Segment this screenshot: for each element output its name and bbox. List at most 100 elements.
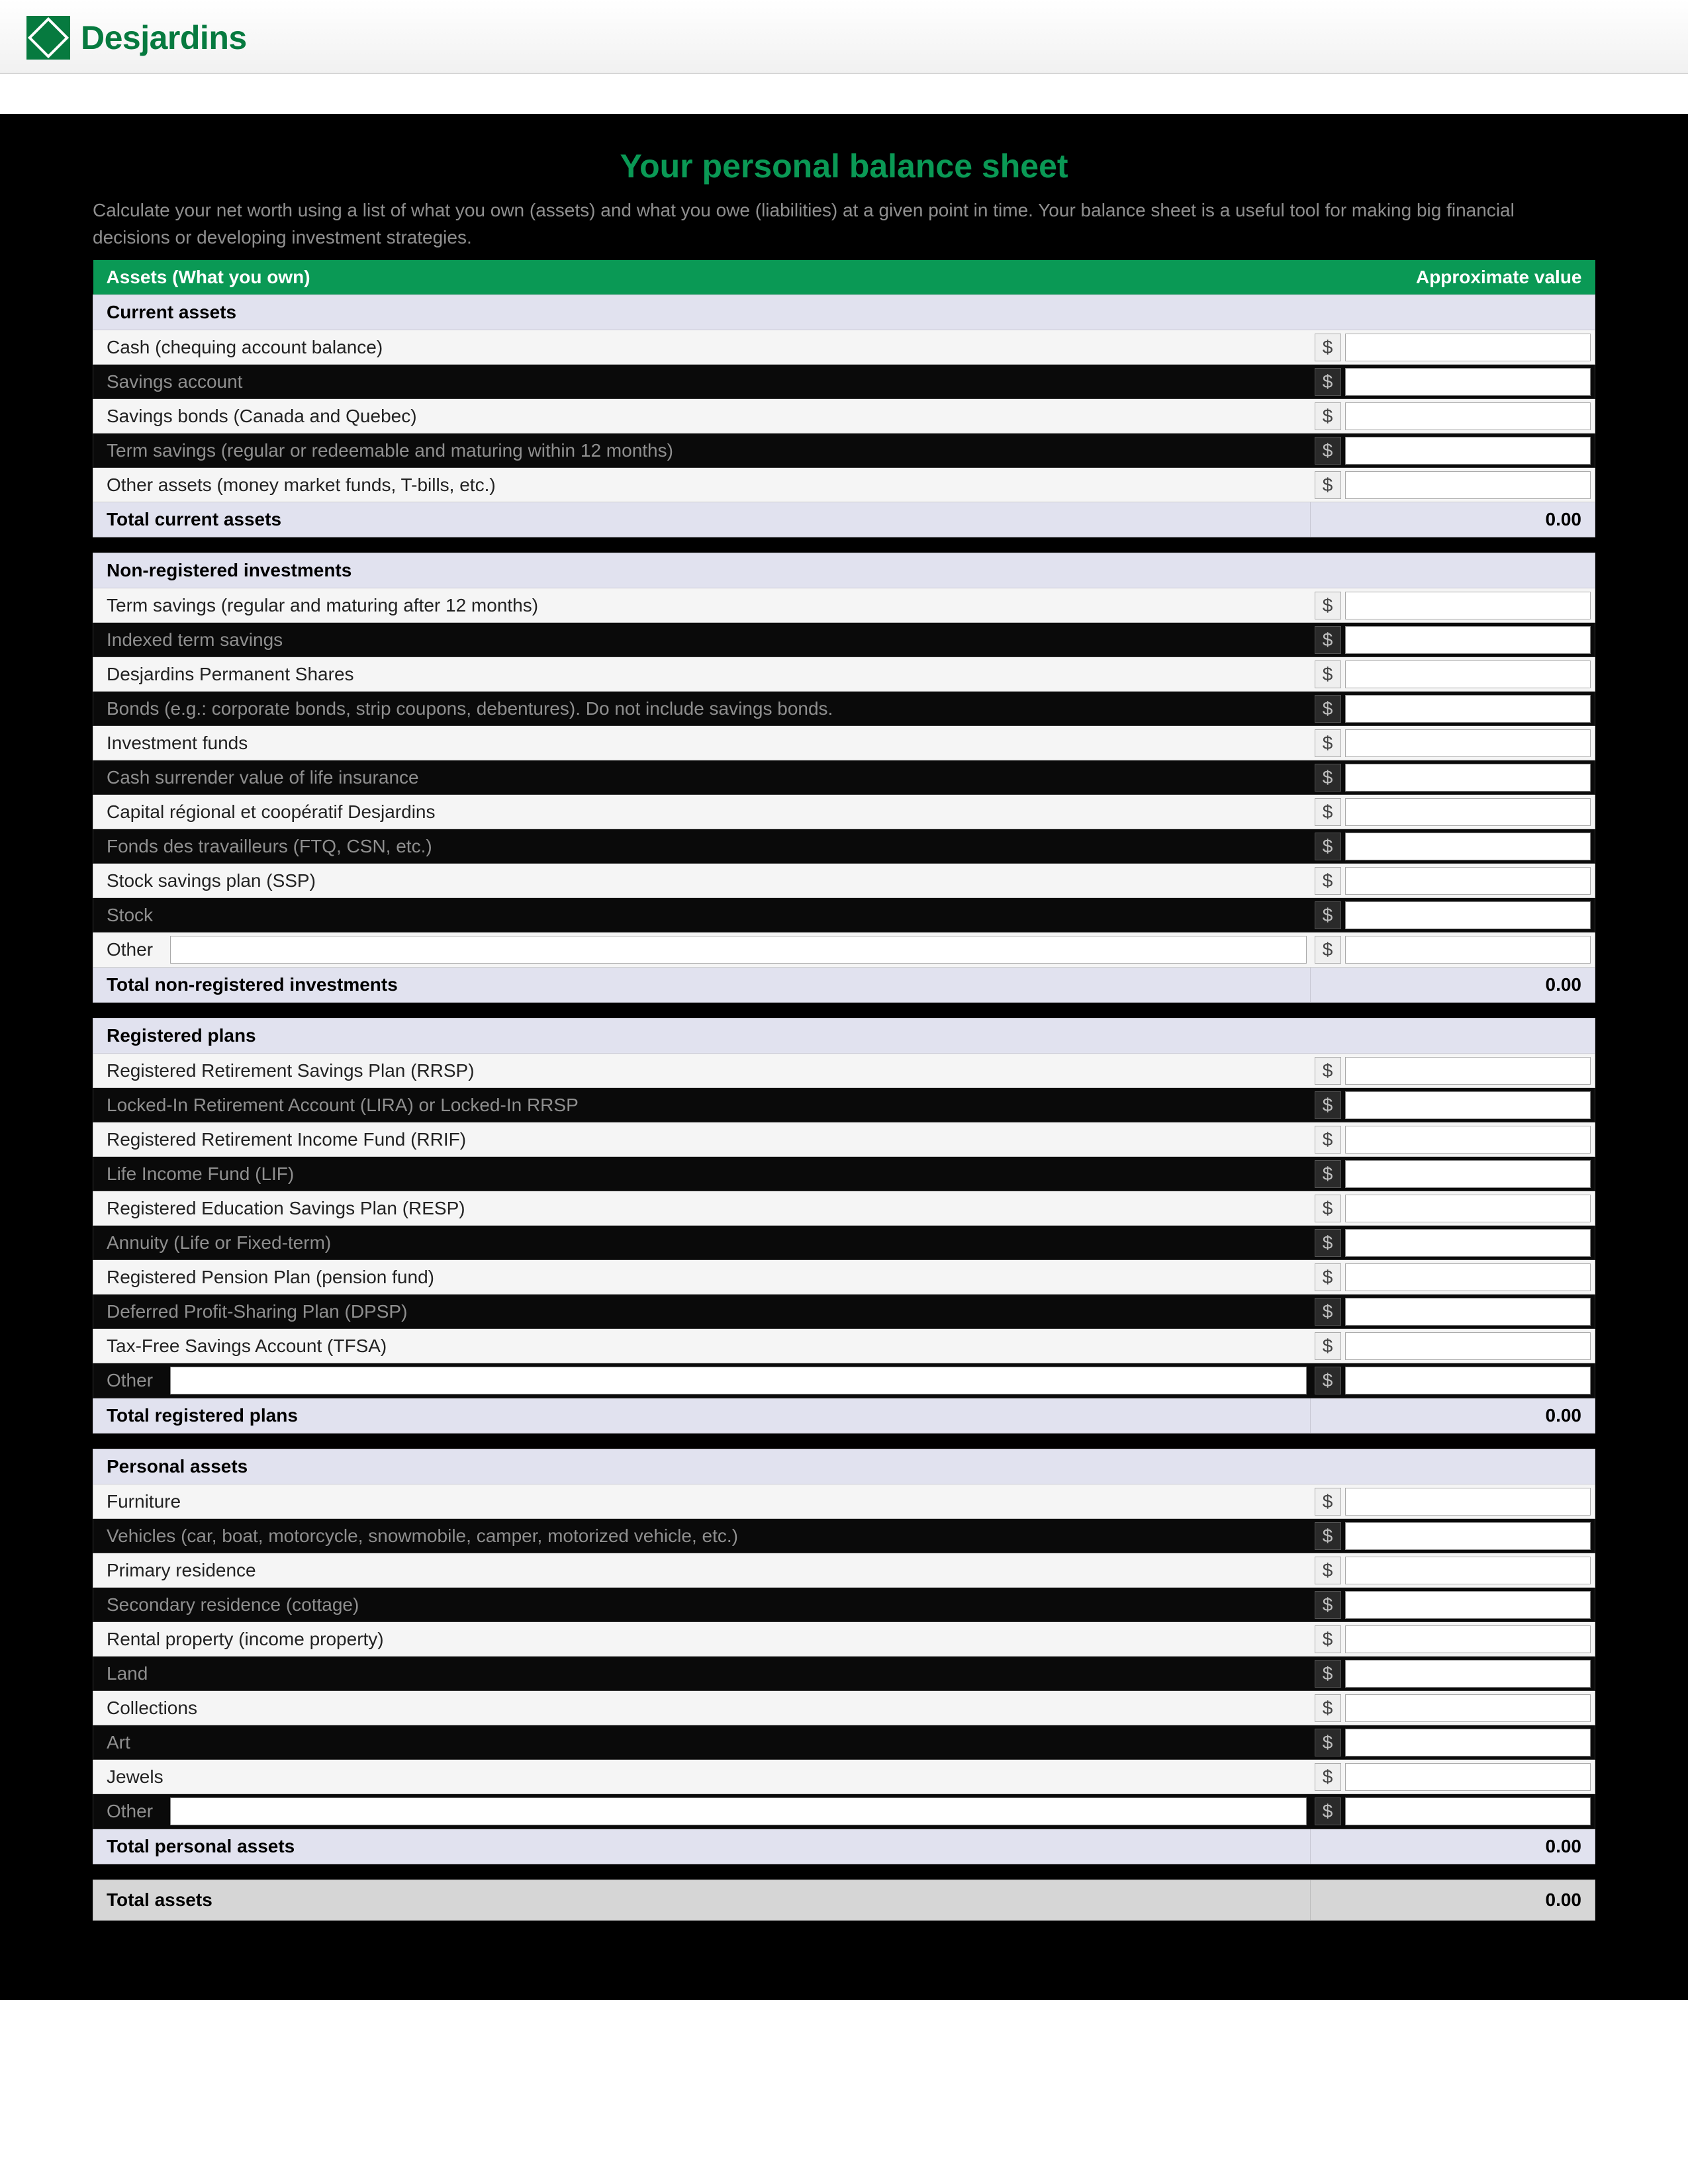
amount-input[interactable] <box>1345 1488 1591 1516</box>
amount-input[interactable] <box>1345 1625 1591 1653</box>
reg-total-row: Total registered plans0.00 <box>93 1398 1595 1433</box>
grand-total-value: 0.00 <box>1311 1880 1595 1921</box>
currency-symbol: $ <box>1315 1057 1341 1085</box>
reg-other-desc-input[interactable] <box>170 1367 1306 1394</box>
grand-total-label: Total assets <box>93 1880 1311 1921</box>
amount-input[interactable] <box>1345 1263 1591 1291</box>
amount-input[interactable] <box>1345 1763 1591 1791</box>
amount-input[interactable] <box>1345 695 1591 723</box>
reg-row-label: Registered Retirement Savings Plan (RRSP… <box>93 1054 1311 1088</box>
balance-sheet-form: Your personal balance sheet Calculate yo… <box>0 114 1688 2000</box>
assets-header-label: Assets (What you own) <box>93 260 1311 295</box>
reg-row-label: Registered Pension Plan (pension fund) <box>93 1260 1311 1295</box>
currency-symbol: $ <box>1315 471 1341 499</box>
amount-input[interactable] <box>1345 1195 1591 1222</box>
personal-row-label: Art <box>93 1725 1311 1760</box>
top-header: Desjardins <box>0 0 1688 74</box>
currency-symbol: $ <box>1315 660 1341 688</box>
personal-row-label: Secondary residence (cottage) <box>93 1588 1311 1622</box>
personal-row-label: Vehicles (car, boat, motorcycle, snowmob… <box>93 1519 1311 1553</box>
nonreg-other-label: Other <box>93 933 166 967</box>
amount-input[interactable] <box>1345 936 1591 964</box>
brand-text: Desjardins <box>81 19 247 57</box>
reg-row-label: Deferred Profit-Sharing Plan (DPSP) <box>93 1295 1311 1329</box>
reg-total-label: Total registered plans <box>93 1398 1311 1433</box>
amount-input[interactable] <box>1345 901 1591 929</box>
amount-input[interactable] <box>1345 798 1591 826</box>
currency-symbol: $ <box>1315 936 1341 964</box>
amount-input[interactable] <box>1345 626 1591 654</box>
amount-input[interactable] <box>1345 867 1591 895</box>
nonreg-subheader: Non-registered investments <box>93 553 1595 588</box>
amount-input[interactable] <box>1345 729 1591 757</box>
currency-symbol: $ <box>1315 695 1341 723</box>
amount-input[interactable] <box>1345 1729 1591 1756</box>
reg-other-row: Other$ <box>93 1363 1595 1398</box>
nonreg-row: Stock savings plan (SSP)$ <box>93 864 1595 898</box>
current-row-label: Savings account <box>93 365 1311 399</box>
amount-input[interactable] <box>1345 1160 1591 1188</box>
nonreg-row-label: Fonds des travailleurs (FTQ, CSN, etc.) <box>93 829 1311 864</box>
currency-symbol: $ <box>1315 1229 1341 1257</box>
reg-row: Registered Education Savings Plan (RESP)… <box>93 1191 1595 1226</box>
amount-input[interactable] <box>1345 1229 1591 1257</box>
amount-input[interactable] <box>1345 1126 1591 1154</box>
amount-input[interactable] <box>1345 1332 1591 1360</box>
currency-symbol: $ <box>1315 437 1341 465</box>
nonreg-row-label: Investment funds <box>93 726 1311 760</box>
amount-input[interactable] <box>1345 1522 1591 1550</box>
personal-row: Land$ <box>93 1657 1595 1691</box>
amount-input[interactable] <box>1345 334 1591 361</box>
amount-input[interactable] <box>1345 1091 1591 1119</box>
current-row: Savings bonds (Canada and Quebec)$ <box>93 399 1595 433</box>
nonreg-row: Desjardins Permanent Shares$ <box>93 657 1595 692</box>
currency-symbol: $ <box>1315 1694 1341 1722</box>
currency-symbol: $ <box>1315 1625 1341 1653</box>
reg-subheader-label: Registered plans <box>93 1019 1595 1054</box>
nonreg-row-label: Desjardins Permanent Shares <box>93 657 1311 692</box>
current-row: Savings account$ <box>93 365 1595 399</box>
nonreg-other-desc-input[interactable] <box>170 936 1306 964</box>
current-row: Term savings (regular or redeemable and … <box>93 433 1595 468</box>
amount-input[interactable] <box>1345 471 1591 499</box>
currency-symbol: $ <box>1315 334 1341 361</box>
amount-input[interactable] <box>1345 1367 1591 1394</box>
current-row: Cash (chequing account balance)$ <box>93 330 1595 365</box>
amount-input[interactable] <box>1345 1557 1591 1584</box>
nonreg-total-row: Total non-registered investments0.00 <box>93 968 1595 1003</box>
personal-subheader-label: Personal assets <box>93 1449 1595 1484</box>
currency-symbol: $ <box>1315 368 1341 396</box>
amount-input[interactable] <box>1345 660 1591 688</box>
currency-symbol: $ <box>1315 1298 1341 1326</box>
personal-row-label: Land <box>93 1657 1311 1691</box>
reg-row: Annuity (Life or Fixed-term)$ <box>93 1226 1595 1260</box>
personal-other-desc-input[interactable] <box>170 1797 1306 1825</box>
reg-row-label: Registered Retirement Income Fund (RRIF) <box>93 1122 1311 1157</box>
current-row-label: Savings bonds (Canada and Quebec) <box>93 399 1311 433</box>
currency-symbol: $ <box>1315 1126 1341 1154</box>
currency-symbol: $ <box>1315 626 1341 654</box>
amount-input[interactable] <box>1345 402 1591 430</box>
reg-row-label: Tax-Free Savings Account (TFSA) <box>93 1329 1311 1363</box>
reg-row-label: Annuity (Life or Fixed-term) <box>93 1226 1311 1260</box>
amount-input[interactable] <box>1345 1591 1591 1619</box>
reg-row: Life Income Fund (LIF)$ <box>93 1157 1595 1191</box>
nonreg-row: Capital régional et coopératif Desjardin… <box>93 795 1595 829</box>
current-total-label: Total current assets <box>93 502 1311 537</box>
currency-symbol: $ <box>1315 1263 1341 1291</box>
amount-input[interactable] <box>1345 1298 1591 1326</box>
currency-symbol: $ <box>1315 1488 1341 1516</box>
amount-input[interactable] <box>1345 1057 1591 1085</box>
amount-input[interactable] <box>1345 1797 1591 1825</box>
amount-input[interactable] <box>1345 833 1591 860</box>
amount-input[interactable] <box>1345 437 1591 465</box>
personal-row-label: Furniture <box>93 1484 1311 1519</box>
desjardins-logo-icon <box>26 16 70 60</box>
amount-input[interactable] <box>1345 1694 1591 1722</box>
currency-symbol: $ <box>1315 1660 1341 1688</box>
amount-input[interactable] <box>1345 764 1591 792</box>
personal-row: Collections$ <box>93 1691 1595 1725</box>
amount-input[interactable] <box>1345 1660 1591 1688</box>
amount-input[interactable] <box>1345 592 1591 619</box>
amount-input[interactable] <box>1345 368 1591 396</box>
